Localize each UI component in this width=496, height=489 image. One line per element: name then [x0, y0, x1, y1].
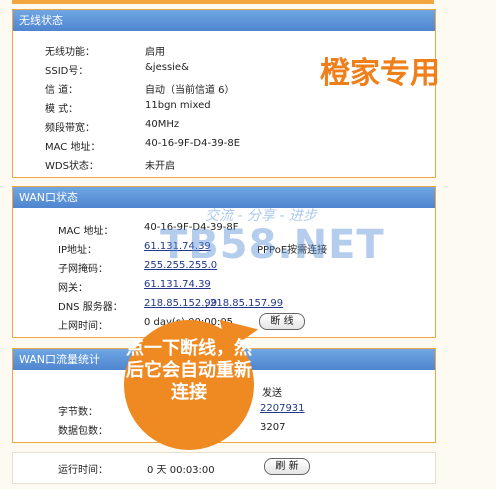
sent-column-header: 发送: [262, 388, 282, 399]
bandwidth-value: 40MHz: [145, 119, 180, 130]
runtime-value: 0 天 00:03:00: [147, 465, 215, 476]
stamp-text: 橙家专用: [320, 56, 440, 91]
wireless-mac-value: 40-16-9F-D4-39-8E: [145, 138, 241, 149]
ip-label: IP地址：: [58, 245, 97, 256]
dns-separator: ,: [205, 298, 209, 309]
bytes-label: 字节数：: [58, 407, 98, 418]
speech-bubble-text: 点一下断线，然后它会自动重新连接: [126, 338, 252, 403]
mode-value: 11bgn mixed: [145, 100, 211, 111]
wireless-function-label: 无线功能：: [45, 47, 95, 58]
dns-label: DNS 服务器：: [58, 302, 123, 313]
wds-label: WDS状态：: [45, 161, 99, 172]
runtime-label: 运行时间：: [58, 465, 108, 476]
mode-label: 模 式：: [45, 104, 79, 115]
dns2-value: 218.85.157.99: [210, 298, 284, 309]
wireless-mac-label: MAC 地址：: [45, 142, 101, 153]
ssid-label: SSID号：: [45, 66, 89, 77]
speech-bubble: 点一下断线，然后它会自动重新连接: [124, 320, 254, 450]
router-status-page: 无线状态 无线功能： 启用 SSID号： &jessie& 信 道： 自动（当前…: [0, 0, 496, 489]
mask-label: 子网掩码：: [58, 264, 108, 275]
uptime-label: 上网时间：: [58, 321, 108, 332]
wan-mac-label: MAC 地址：: [58, 226, 114, 237]
packets-sent-value: 3207: [260, 422, 286, 433]
channel-label: 信 道：: [45, 85, 79, 96]
bandwidth-label: 频段带宽：: [45, 123, 95, 134]
packets-label: 数据包数：: [58, 426, 108, 437]
refresh-button[interactable]: 刷 新: [264, 458, 310, 475]
channel-value: 自动（当前信道 6）: [145, 85, 235, 96]
ssid-value: &jessie&: [145, 62, 189, 73]
gateway-value: 61.131.74.39: [144, 279, 211, 290]
gateway-label: 网关：: [58, 283, 88, 294]
wireless-function-value: 启用: [145, 47, 165, 58]
wireless-status-title: 无线状态: [13, 10, 435, 31]
bytes-sent-value: 2207931: [260, 403, 305, 414]
disconnect-button[interactable]: 断 线: [259, 313, 305, 330]
top-divider: [12, 0, 434, 4]
wds-value: 未开启: [145, 161, 175, 172]
watermark-text: TB58.NET: [160, 222, 385, 268]
